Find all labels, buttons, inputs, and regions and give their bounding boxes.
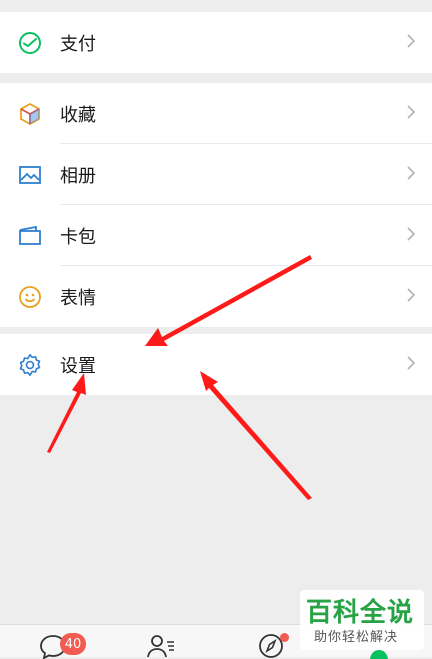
menu-item-label: 支付 <box>60 33 96 55</box>
cube-icon <box>18 102 42 126</box>
image-icon <box>18 163 42 187</box>
features-group: 收藏 相册 卡包 表情 <box>0 83 432 327</box>
menu-item-label: 收藏 <box>60 104 96 126</box>
menu-item-album[interactable]: 相册 <box>0 144 432 205</box>
menu-item-label: 相册 <box>60 165 96 187</box>
chevron-right-icon <box>407 105 416 119</box>
unread-badge: 40 <box>60 633 86 655</box>
chevron-right-icon <box>407 166 416 180</box>
watermark-subtitle: 助你轻松解决 <box>314 630 399 645</box>
menu-item-favorites[interactable]: 收藏 <box>0 83 432 144</box>
pay-group: 支付 <box>0 12 432 73</box>
menu-item-stickers[interactable]: 表情 <box>0 266 432 327</box>
menu-item-pay[interactable]: 支付 <box>0 12 432 73</box>
watermark-title: 百科全说 <box>306 598 415 628</box>
menu-item-cards[interactable]: 卡包 <box>0 205 432 266</box>
card-icon <box>18 224 42 248</box>
chevron-right-icon <box>407 227 416 241</box>
smile-icon <box>18 285 42 309</box>
chevron-right-icon <box>407 288 416 302</box>
contacts-icon[interactable] <box>146 633 176 659</box>
gear-icon <box>18 353 42 377</box>
chevron-right-icon <box>407 34 416 48</box>
watermark-logo: 百科全说 助你轻松解决 <box>300 590 424 650</box>
menu-item-label: 表情 <box>60 287 96 309</box>
chevron-right-icon <box>407 356 416 370</box>
menu-item-settings[interactable]: 设置 <box>0 334 432 395</box>
menu-item-label: 卡包 <box>60 226 96 248</box>
menu-item-label: 设置 <box>60 355 96 377</box>
wallet-check-icon <box>18 31 42 55</box>
discover-dot <box>280 633 289 642</box>
settings-group: 设置 <box>0 334 432 395</box>
